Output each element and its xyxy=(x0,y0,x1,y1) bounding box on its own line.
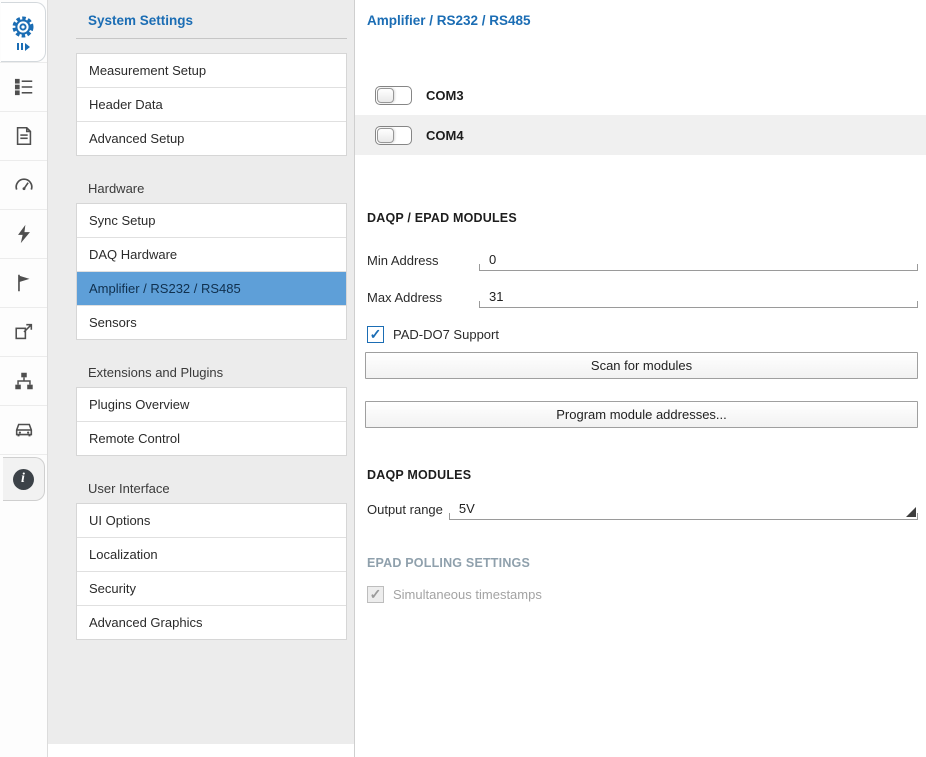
output-range-row: Output range 5V xyxy=(367,498,918,520)
simultaneous-timestamps-label: Simultaneous timestamps xyxy=(393,587,542,602)
iconbar-item-info[interactable] xyxy=(0,454,47,503)
sidebar-item-daq-hardware[interactable]: DAQ Hardware xyxy=(77,237,346,271)
iconbar-item-vehicle[interactable] xyxy=(0,405,47,454)
iconbar-item-trigger[interactable] xyxy=(0,209,47,258)
sidebar-group-general: Measurement Setup Header Data Advanced S… xyxy=(76,53,347,156)
com4-label: COM4 xyxy=(426,128,464,143)
mode-iconbar xyxy=(0,0,48,757)
sidebar-content: System Settings Measurement Setup Header… xyxy=(48,0,354,744)
divider xyxy=(76,38,347,39)
min-address-input[interactable]: 0 xyxy=(479,252,918,271)
network-tree-icon xyxy=(13,370,35,392)
sidebar-item-localization[interactable]: Localization xyxy=(77,537,346,571)
sidebar-item-amplifier-rs232-rs485[interactable]: Amplifier / RS232 / RS485 xyxy=(77,271,346,305)
output-range-label: Output range xyxy=(367,502,443,520)
dropdown-triangle-icon xyxy=(906,507,916,517)
min-address-label: Min Address xyxy=(367,253,479,271)
daqp-modules-header: DAQP MODULES xyxy=(367,468,914,482)
sidebar-item-advanced-setup[interactable]: Advanced Setup xyxy=(77,121,346,155)
settings-window: System Settings Measurement Setup Header… xyxy=(0,0,926,757)
sidebar-group-header-user-interface: User Interface xyxy=(76,472,347,503)
sidebar-item-header-data[interactable]: Header Data xyxy=(77,87,346,121)
simultaneous-timestamps-checkbox xyxy=(367,586,384,603)
sidebar-item-plugins-overview[interactable]: Plugins Overview xyxy=(77,388,346,421)
sidebar-item-ui-options[interactable]: UI Options xyxy=(77,504,346,537)
sidebar-title: System Settings xyxy=(48,0,354,38)
channel-list-icon xyxy=(13,76,35,98)
flag-icon xyxy=(13,272,35,294)
iconbar-item-measure[interactable] xyxy=(0,160,47,209)
sidebar-item-sync-setup[interactable]: Sync Setup xyxy=(77,204,346,237)
max-address-row: Max Address 31 xyxy=(367,286,918,308)
pad-do7-row: PAD-DO7 Support xyxy=(367,324,914,344)
gear-icon xyxy=(10,14,36,40)
export-arrow-icon xyxy=(13,321,35,343)
iconbar-item-settings[interactable] xyxy=(0,0,47,62)
min-address-row: Min Address 0 xyxy=(367,249,918,271)
document-icon xyxy=(13,125,35,147)
settings-sidebar: System Settings Measurement Setup Header… xyxy=(48,0,355,757)
sidebar-item-measurement-setup[interactable]: Measurement Setup xyxy=(77,54,346,87)
lightning-icon xyxy=(13,223,35,245)
com-port-list: COM3 COM4 xyxy=(355,75,926,155)
sidebar-group-header-hardware: Hardware xyxy=(76,172,347,203)
iconbar-item-header-data[interactable] xyxy=(0,111,47,160)
simultaneous-timestamps-row: Simultaneous timestamps xyxy=(367,584,914,604)
car-icon xyxy=(13,419,35,441)
com3-row: COM3 xyxy=(355,75,926,115)
program-module-addresses-button[interactable]: Program module addresses... xyxy=(365,401,918,428)
com3-label: COM3 xyxy=(426,88,464,103)
fast-forward-icon xyxy=(17,43,30,51)
com4-row: COM4 xyxy=(355,115,926,155)
output-range-value: 5V xyxy=(459,501,475,516)
settings-active-tab xyxy=(1,2,46,62)
iconbar-item-network[interactable] xyxy=(0,356,47,405)
epad-polling-header: EPAD POLLING SETTINGS xyxy=(367,556,914,570)
sidebar-bottom-strip xyxy=(48,744,354,757)
max-address-label: Max Address xyxy=(367,290,479,308)
max-address-value: 31 xyxy=(489,289,503,304)
sidebar-item-security[interactable]: Security xyxy=(77,571,346,605)
settings-main-panel: Amplifier / RS232 / RS485 COM3 COM4 DAQP… xyxy=(355,0,926,757)
pad-do7-label: PAD-DO7 Support xyxy=(393,327,499,342)
gauge-icon xyxy=(13,174,35,196)
sidebar-group-header-extensions: Extensions and Plugins xyxy=(76,356,347,387)
sidebar-group-extensions: Extensions and Plugins Plugins Overview … xyxy=(76,356,347,456)
sidebar-item-remote-control[interactable]: Remote Control xyxy=(77,421,346,455)
toggle-knob xyxy=(377,128,394,143)
info-icon xyxy=(13,469,34,490)
info-tab xyxy=(3,457,45,501)
iconbar-item-channel-list[interactable] xyxy=(0,62,47,111)
com3-toggle[interactable] xyxy=(375,86,412,105)
iconbar-item-export[interactable] xyxy=(0,307,47,356)
iconbar-item-start[interactable] xyxy=(0,258,47,307)
com4-toggle[interactable] xyxy=(375,126,412,145)
output-range-dropdown[interactable]: 5V xyxy=(449,501,918,520)
min-address-value: 0 xyxy=(489,252,496,267)
scan-for-modules-button[interactable]: Scan for modules xyxy=(365,352,918,379)
pad-do7-checkbox[interactable] xyxy=(367,326,384,343)
daqp-epad-modules-header: DAQP / EPAD MODULES xyxy=(367,211,914,225)
toggle-knob xyxy=(377,88,394,103)
page-title: Amplifier / RS232 / RS485 xyxy=(355,0,926,28)
sidebar-item-sensors[interactable]: Sensors xyxy=(77,305,346,339)
sidebar-group-user-interface: User Interface UI Options Localization S… xyxy=(76,472,347,640)
max-address-input[interactable]: 31 xyxy=(479,289,918,308)
sidebar-group-hardware: Hardware Sync Setup DAQ Hardware Amplifi… xyxy=(76,172,347,340)
sidebar-item-advanced-graphics[interactable]: Advanced Graphics xyxy=(77,605,346,639)
